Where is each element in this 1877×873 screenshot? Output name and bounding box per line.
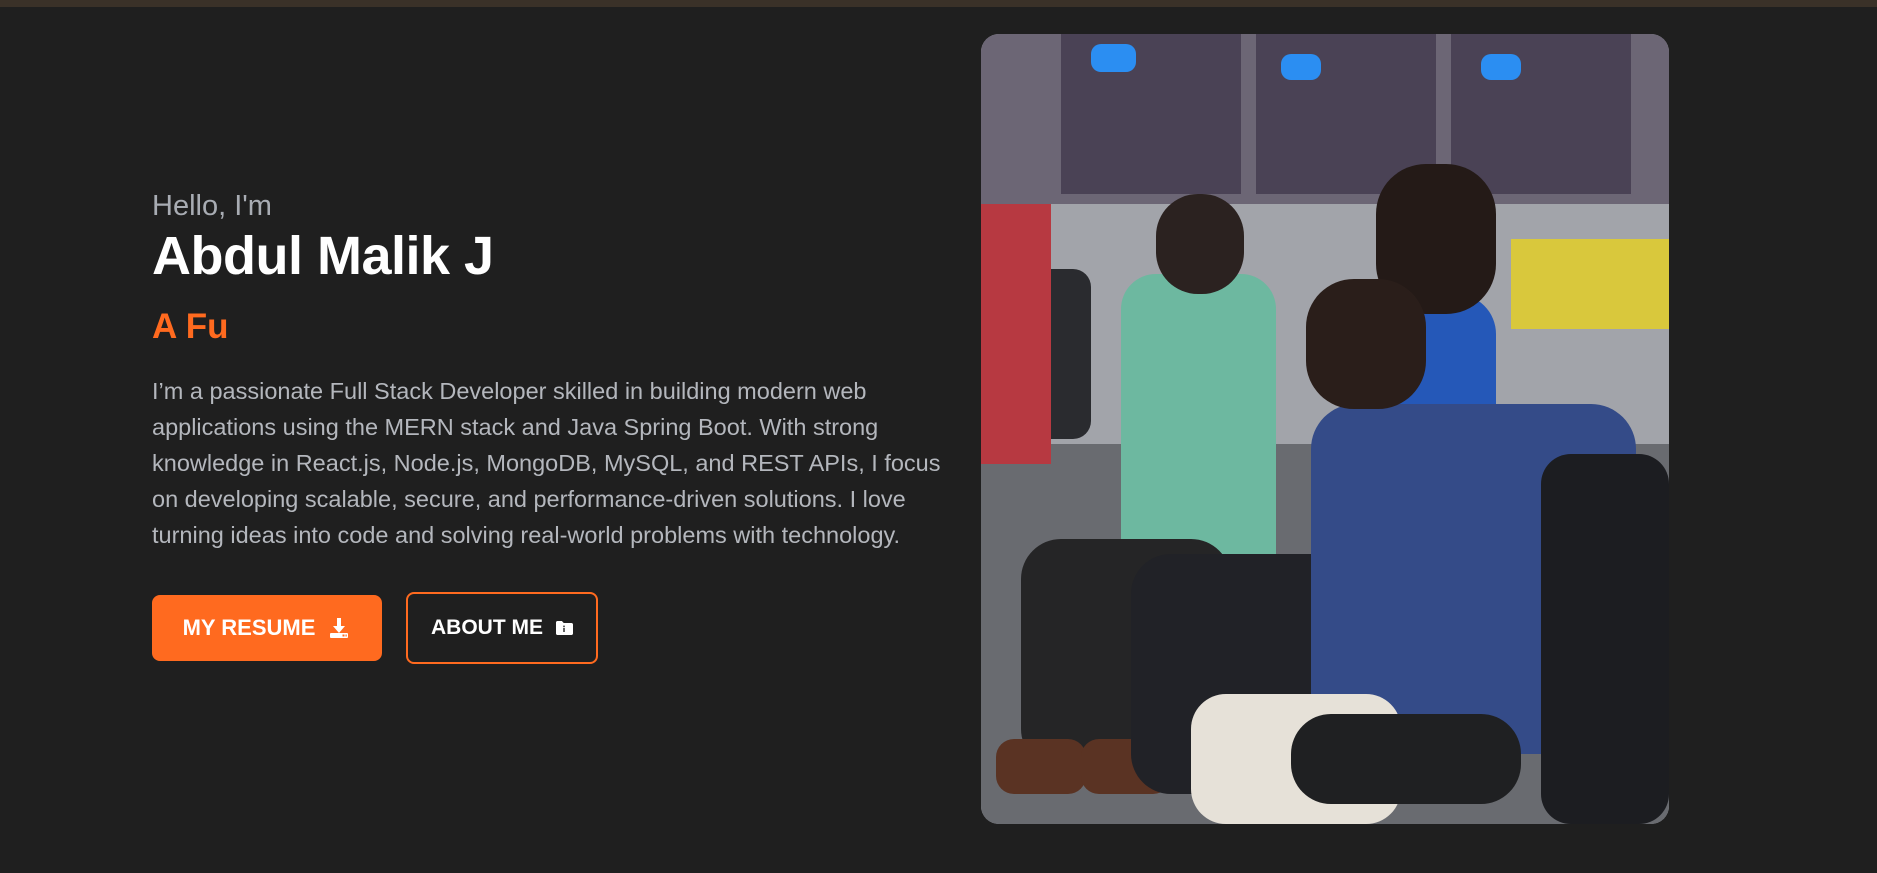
hero-section: Hello, I'm Abdul Malik J A Fu I’m a pass… [0,7,1877,873]
typed-role-text: A Fu [152,307,229,346]
hero-actions: MY RESUME ABOUT ME [152,592,972,664]
about-me-button-label: ABOUT ME [431,616,543,639]
bio-paragraph: I’m a passionate Full Stack Developer sk… [152,378,941,548]
resume-button-label: MY RESUME [182,615,316,640]
resume-button[interactable]: MY RESUME [152,595,382,661]
page-title: Abdul Malik J [152,226,494,286]
hero-photo [981,34,1669,824]
photo-illustration [981,34,1669,824]
intro-block: Hello, I'm Abdul Malik J A Fu I’m a pass… [152,187,972,664]
about-me-button[interactable]: ABOUT ME [406,592,598,664]
greeting-text: Hello, I'm [152,190,272,222]
download-icon [327,616,351,640]
top-strip [0,0,1877,7]
folder-info-icon [555,620,573,636]
